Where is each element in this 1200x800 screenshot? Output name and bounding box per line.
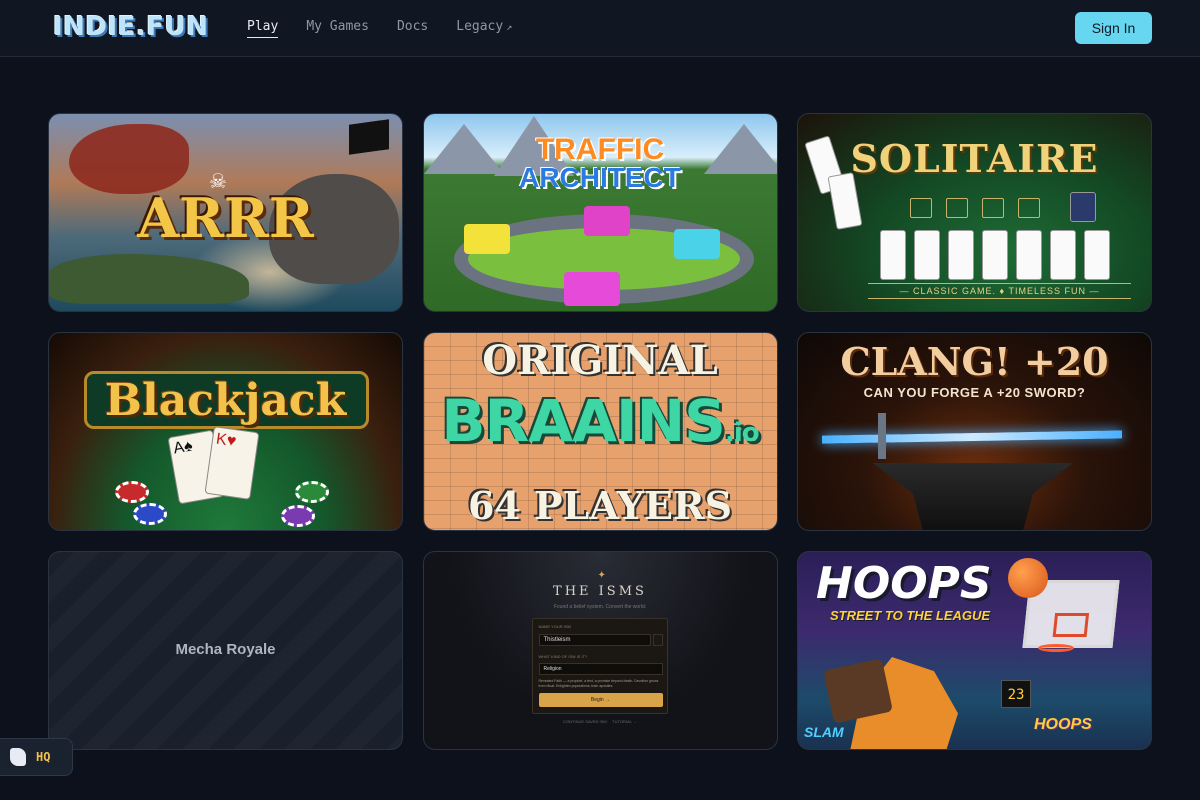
tableau-pile [880, 230, 906, 280]
tagline: — CLASSIC GAME. ♦ TIMELESS FUN — [868, 283, 1131, 299]
game-card-blackjack[interactable]: Blackjack A♠ K♥ [48, 332, 403, 531]
game-card-the-isms[interactable]: ✦ THE ISMS Found a belief system. Conver… [422, 551, 778, 750]
tableau-pile [982, 230, 1008, 280]
game-card-braains[interactable]: ORIGINAL BRAAINS.io 64 PLAYERS [422, 332, 778, 531]
basketball-icon [1008, 558, 1048, 598]
main-nav: Play My Games Docs Legacy ↗ [247, 19, 540, 38]
begin-button: Begin → [538, 693, 663, 707]
game-title-line3: 64 PLAYERS [467, 483, 733, 528]
stock-pile [1070, 192, 1096, 222]
sword-illustration [821, 430, 1123, 444]
game-subtitle: Found a belief system. Convert the world… [553, 604, 647, 610]
scoreboard: 23 [1001, 680, 1031, 708]
backboard-square [1052, 613, 1090, 637]
slam-graffiti: SLAM [804, 724, 844, 740]
game-title-line2: ARCHITECT [519, 162, 681, 193]
dragon-illustration [69, 124, 189, 194]
foundation-slot [946, 198, 968, 218]
game-title: THE ISMS [553, 584, 647, 599]
dice-icon [652, 634, 663, 646]
game-card-traffic-architect[interactable]: TRAFFIC ARCHITECT [422, 113, 778, 312]
tableau-pile [948, 230, 974, 280]
ism-form: NAME YOUR ISM Thistleism WHAT KIND OF IS… [531, 618, 668, 714]
external-link-icon: ↗ [506, 22, 513, 33]
building [673, 229, 720, 259]
game-subtitle: STREET TO THE LEAGUE [830, 608, 991, 623]
pirate-flag-icon [349, 119, 389, 155]
game-card-arrr[interactable]: ☠ ARRR [48, 113, 403, 312]
game-grid: ☠ ARRR TRAFFIC ARCHITECT SOLITAIRE — CLA… [48, 113, 1152, 750]
poker-chip [133, 503, 167, 525]
nav-legacy[interactable]: Legacy ↗ [456, 19, 512, 38]
poker-chip [281, 505, 315, 527]
nav-docs[interactable]: Docs [397, 19, 428, 38]
tableau-pile [1016, 230, 1042, 280]
tableau-pile [1084, 230, 1110, 280]
isms-footer: CONTINUE SAVED ISM TUTORIAL → [424, 719, 777, 724]
hoop-rim [1038, 644, 1074, 652]
game-title-line1: ORIGINAL [482, 337, 718, 384]
nav-my-games[interactable]: My Games [306, 19, 369, 38]
game-title-main: BRAAINS [441, 387, 726, 455]
tableau-pile [1050, 230, 1076, 280]
game-title: CLANG! +20 [840, 339, 1109, 384]
foundation-slot [910, 198, 932, 218]
ism-type-select: Religion [538, 663, 663, 675]
game-title-line1: TRAFFIC [535, 133, 665, 166]
game-card-clang[interactable]: CLANG! +20 CAN YOU FORGE A +20 SWORD? [797, 332, 1152, 531]
poker-chip [115, 481, 149, 503]
game-title-line2: BRAAINS.io [424, 387, 777, 455]
sign-in-button[interactable]: Sign In [1075, 12, 1152, 44]
anvil-illustration [873, 463, 1073, 530]
foundation-slot [982, 198, 1004, 218]
tableau-pile [914, 230, 940, 280]
game-card-solitaire[interactable]: SOLITAIRE — CLASSIC GAME. ♦ TIMELESS FUN… [797, 113, 1152, 312]
ism-name-field: Thistleism [538, 634, 651, 646]
hq-icon [10, 748, 26, 766]
building [463, 224, 510, 254]
nav-play[interactable]: Play [247, 19, 279, 38]
playing-card-king: K♥ [204, 426, 260, 500]
game-title: TRAFFIC ARCHITECT [424, 133, 777, 193]
poker-chip [295, 481, 329, 503]
hq-button[interactable]: HQ [0, 738, 73, 776]
name-label: NAME YOUR ISM [538, 624, 571, 629]
building [563, 272, 620, 306]
diamond-icon: ✦ [597, 570, 606, 581]
nav-legacy-label: Legacy [456, 19, 504, 34]
sword-hilt [878, 413, 886, 459]
site-logo[interactable]: INDIE.FUN [53, 12, 208, 42]
foundation-slot [1018, 198, 1040, 218]
tutorial-link: TUTORIAL → [612, 719, 637, 724]
game-title: ARRR [137, 186, 314, 250]
type-label: WHAT KIND OF ISM IS IT? [538, 654, 588, 659]
game-card-mecha-royale[interactable]: Mecha Royale [48, 551, 403, 750]
game-title-suffix: .io [724, 418, 760, 448]
continue-link: CONTINUE SAVED ISM [563, 719, 607, 724]
top-header: INDIE.FUN Play My Games Docs Legacy ↗ Sig… [0, 0, 1200, 57]
game-subtitle: CAN YOU FORGE A +20 SWORD? [863, 385, 1086, 400]
game-title: Mecha Royale [175, 641, 276, 658]
building [583, 206, 630, 236]
game-title: HOOPS [816, 558, 992, 609]
game-card-hoops[interactable]: 23 HOOPS STREET TO THE LEAGUE SLAM HOOPS [797, 551, 1152, 750]
hoops-graffiti: HOOPS [1034, 716, 1092, 733]
game-title: Blackjack [104, 375, 347, 426]
ism-description: Revealed Faith — a prophet, a text, a pr… [538, 679, 659, 688]
hq-label: HQ [36, 750, 51, 764]
